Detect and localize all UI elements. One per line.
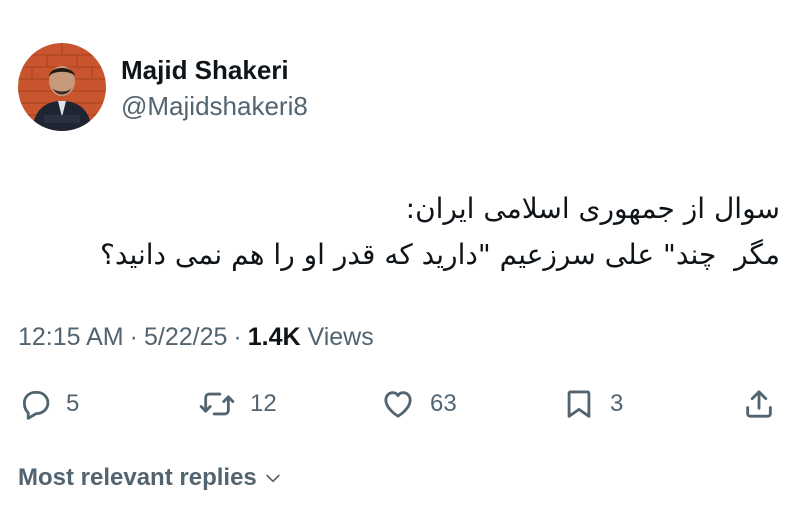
- retweet-icon: [199, 392, 235, 416]
- bookmark-button[interactable]: 3: [562, 384, 623, 424]
- share-icon: [746, 390, 772, 418]
- views-label: Views: [307, 323, 374, 351]
- author-handle[interactable]: @Majidshakeri8: [121, 89, 308, 123]
- tweet-text-line: سوال از جمهوری اسلامی ایران:: [405, 192, 780, 225]
- tweet-meta: 12:15 AM · 5/22/25 · 1.4K Views: [18, 320, 374, 354]
- replies-sort-label: Most relevant replies: [18, 464, 257, 491]
- avatar-photo: [18, 43, 106, 131]
- tweet-date[interactable]: 5/22/25: [144, 323, 227, 351]
- heart-icon: [384, 391, 412, 418]
- tweet-time[interactable]: 12:15 AM: [18, 323, 124, 351]
- like-button[interactable]: 63: [380, 384, 457, 424]
- tweet-text-line: مگر چند" علی سرزعیم "دارید که قدر او را …: [99, 238, 780, 271]
- author-display-name[interactable]: Majid Shakeri: [121, 53, 308, 87]
- author-avatar[interactable]: [18, 43, 106, 131]
- meta-separator: ·: [233, 323, 242, 351]
- action-bar: 5 12 63 3: [0, 384, 800, 424]
- views-count: 1.4K: [247, 323, 301, 351]
- bookmark-count: 3: [610, 390, 624, 417]
- author-info: Majid Shakeri @Majidshakeri8: [121, 53, 308, 123]
- retweet-button[interactable]: 12: [198, 384, 277, 424]
- like-count: 63: [430, 390, 457, 417]
- retweet-count: 12: [250, 390, 277, 417]
- bookmark-icon: [567, 390, 591, 418]
- reply-button[interactable]: 5: [18, 384, 79, 424]
- reply-count: 5: [66, 390, 80, 417]
- meta-separator: ·: [129, 323, 138, 351]
- chevron-down-icon: [266, 474, 280, 483]
- replies-sort-dropdown[interactable]: Most relevant replies: [18, 464, 283, 492]
- reply-icon: [22, 390, 50, 420]
- share-button[interactable]: [742, 384, 776, 424]
- tweet-text: سوال از جمهوری اسلامی ایران: مگر چند" عل…: [40, 186, 780, 278]
